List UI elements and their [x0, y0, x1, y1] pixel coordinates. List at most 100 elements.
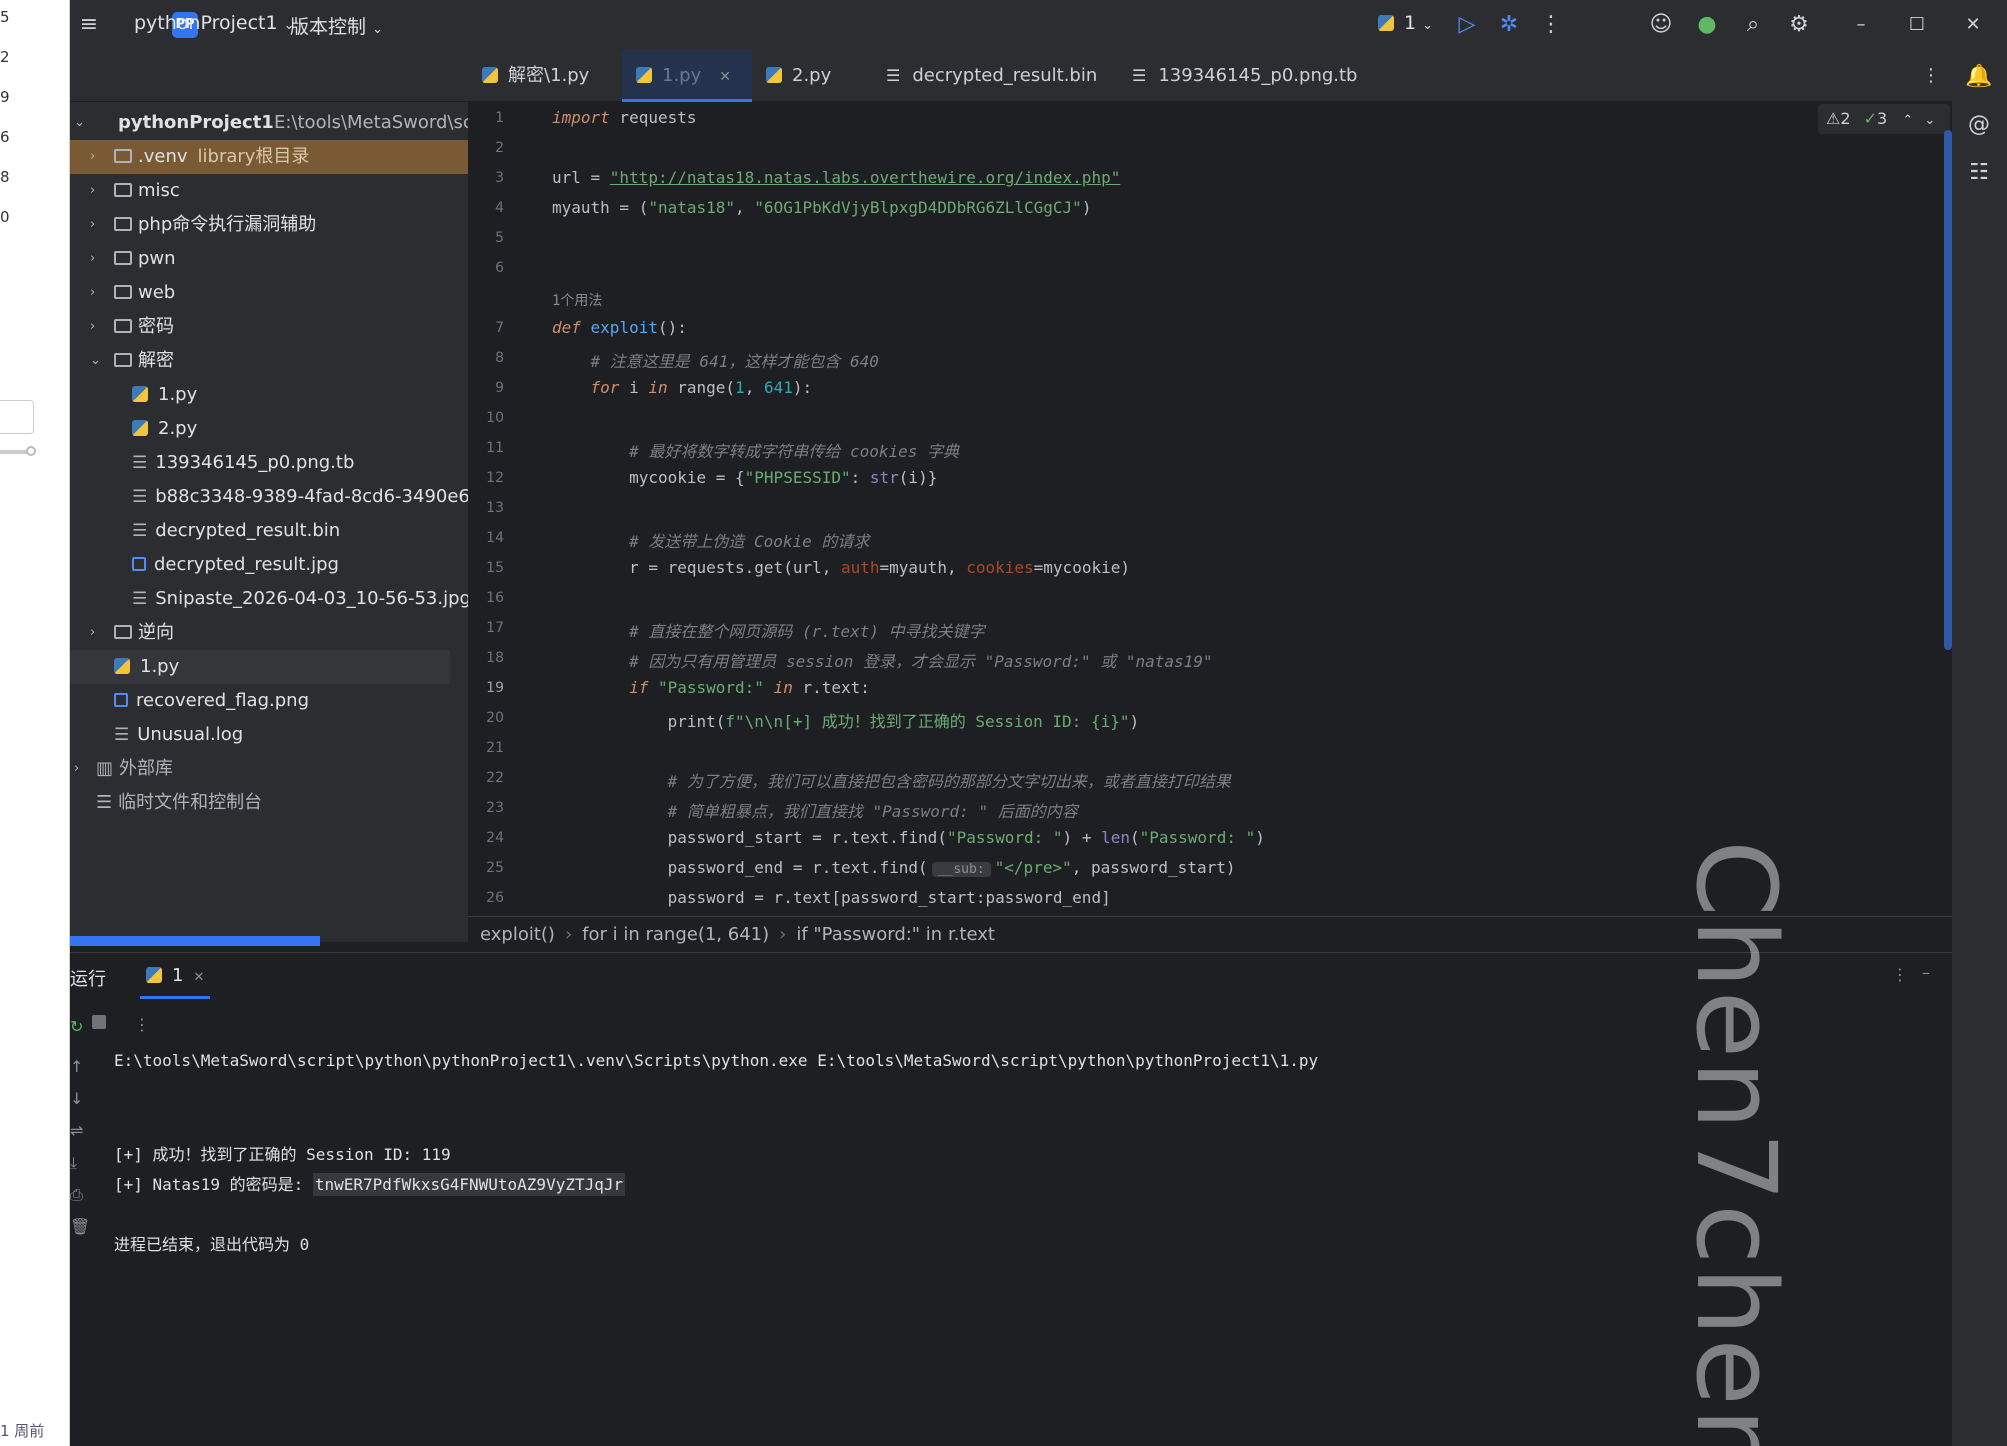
- tab-overflow-icon[interactable]: ⋮: [1922, 50, 1942, 102]
- maximize-icon[interactable]: ☐: [1902, 10, 1932, 40]
- scroll-to-end-icon[interactable]: ⤓: [70, 1153, 90, 1173]
- tree-root[interactable]: ⌄ pythonProject1 E:\tools\MetaSword\scri…: [70, 106, 468, 140]
- ai-spiral-icon[interactable]: @: [1964, 110, 1994, 140]
- chevron-right-icon[interactable]: ›: [90, 276, 95, 310]
- panel-minimize-icon[interactable]: –: [1922, 963, 1930, 982]
- trash-icon[interactable]: 🗑: [70, 1217, 90, 1236]
- chevron-right-icon[interactable]: ›: [90, 174, 95, 208]
- tree-item-decrypted-jpg[interactable]: decrypted_result.jpg: [70, 548, 468, 582]
- ai-assistant-icon[interactable]: ●: [1692, 10, 1722, 40]
- search-icon[interactable]: ⌕: [1738, 10, 1768, 40]
- tab-decrypted-result-bin[interactable]: ☰ decrypted_result.bin: [870, 50, 1100, 102]
- chevron-down-icon[interactable]: ⌄: [74, 106, 85, 140]
- close-tab-icon[interactable]: ✕: [193, 970, 204, 985]
- notifications-bell-icon[interactable]: 🔔: [1964, 62, 1994, 92]
- tree-item-root-1-py[interactable]: 1.py: [70, 650, 450, 684]
- line-number: 5: [495, 230, 504, 246]
- vcs-menu[interactable]: 版本控制 ⌄: [290, 12, 383, 39]
- tree-item-recovered-flag[interactable]: recovered_flag.png: [70, 684, 468, 718]
- strip-slider-knob[interactable]: [26, 446, 36, 456]
- tree-item-crypto[interactable]: › 密码: [70, 310, 468, 344]
- tree-item-uuid-file[interactable]: ☰ b88c3348-9389-4fad-8cd6-3490e6: [70, 480, 468, 514]
- console-password-line: [+] Natas19 的密码是: tnwER7PdfWkxsG4FNWUtoA…: [114, 1173, 626, 1196]
- tree-item-web[interactable]: › web: [70, 276, 468, 310]
- tree-item-decrypt-1-py[interactable]: 1.py: [70, 378, 468, 412]
- rerun-icon[interactable]: ↻: [70, 1017, 90, 1036]
- text-file-icon: ☰: [132, 487, 148, 507]
- tree-item-php[interactable]: › php命令执行漏洞辅助: [70, 208, 468, 242]
- code-line-7: def exploit():: [552, 318, 687, 337]
- breadcrumb-item[interactable]: exploit(): [480, 924, 555, 945]
- strip-number: 6: [0, 128, 10, 146]
- more-actions-icon[interactable]: ⋮: [1536, 10, 1566, 40]
- folder-icon: [114, 217, 132, 231]
- more-icon[interactable]: ⋮: [134, 1015, 154, 1034]
- tab-1-py[interactable]: 1.py ✕: [622, 50, 752, 102]
- code-line-26: password = r.text[password_start:passwor…: [552, 888, 1111, 907]
- soft-wrap-icon[interactable]: ⇌: [70, 1121, 90, 1140]
- scroll-up-icon[interactable]: ↑: [70, 1057, 90, 1076]
- tree-label: php命令执行漏洞辅助: [138, 214, 317, 235]
- close-window-icon[interactable]: ✕: [1958, 10, 1988, 40]
- tree-item-scratches[interactable]: ☰ 临时文件和控制台: [70, 786, 468, 820]
- line-number: 8: [495, 350, 504, 366]
- tree-item-venv[interactable]: › .venv library根目录: [70, 140, 468, 174]
- line-number: 23: [486, 800, 504, 816]
- strip-number: 8: [0, 168, 10, 186]
- tab-139346145-p0-png-tb[interactable]: ☰ 139346145_p0.png.tb: [1116, 50, 1357, 102]
- panel-options-icon[interactable]: ⋮: [1892, 965, 1908, 984]
- strip-number: 5: [0, 8, 10, 26]
- project-switcher[interactable]: pythonProject1 ⌄: [134, 12, 295, 34]
- run-panel: 运行 1 ✕ ⋮ – ↻ ⋮ ↑ ↓ ⇌ ⤓ ⎙ 🗑 E:\tools\MetaS…: [70, 952, 1952, 1446]
- settings-gear-icon[interactable]: ⚙: [1784, 10, 1814, 40]
- code-line-9: for i in range(1, 641):: [552, 378, 813, 397]
- hamburger-menu-icon[interactable]: ≡: [74, 10, 104, 40]
- tree-label: decrypted_result.bin: [155, 520, 341, 541]
- tree-item-png-tb[interactable]: ☰ 139346145_p0.png.tb: [70, 446, 468, 480]
- strip-input-box[interactable]: [0, 400, 34, 434]
- chevron-right-icon[interactable]: ›: [90, 242, 95, 276]
- library-icon: ▥: [96, 758, 114, 779]
- editor-scrollbar[interactable]: [1944, 130, 1952, 650]
- database-icon[interactable]: ☷: [1964, 158, 1994, 188]
- tree-item-decrypt[interactable]: ⌄ 解密: [70, 344, 468, 378]
- breadcrumb-item[interactable]: for i in range(1, 641): [582, 924, 769, 945]
- tree-item-misc[interactable]: › misc: [70, 174, 468, 208]
- tree-item-external-libs[interactable]: › ▥ 外部库: [70, 752, 468, 786]
- debug-icon[interactable]: ✲: [1494, 10, 1524, 40]
- tab-2-py[interactable]: 2.py: [752, 50, 842, 102]
- python-file-icon: [766, 67, 782, 83]
- chevron-right-icon[interactable]: ›: [90, 208, 95, 242]
- run-config-selector[interactable]: 1 ⌄: [1378, 12, 1433, 34]
- tree-item-reverse[interactable]: › 逆向: [70, 616, 468, 650]
- scroll-down-icon[interactable]: ↓: [70, 1089, 90, 1108]
- tree-item-unusual-log[interactable]: ☰ Unusual.log: [70, 718, 468, 752]
- minimize-icon[interactable]: –: [1846, 10, 1876, 40]
- tree-label: 逆向: [138, 622, 174, 643]
- tree-item-snipaste[interactable]: ☰ Snipaste_2026-04-03_10-56-53.jpg.t: [70, 582, 468, 616]
- stop-icon[interactable]: [92, 1015, 106, 1029]
- chevron-down-icon[interactable]: ⌄: [1924, 113, 1935, 128]
- chevron-right-icon[interactable]: ›: [90, 140, 95, 174]
- run-tab-label: 1: [172, 965, 184, 986]
- code-editor[interactable]: import requests url = "http://natas18.na…: [550, 102, 1952, 916]
- tree-item-pwn[interactable]: › pwn: [70, 242, 468, 276]
- code-line-15: r = requests.get(url, auth=myauth, cooki…: [552, 558, 1130, 577]
- tree-item-decrypted-bin[interactable]: ☰ decrypted_result.bin: [70, 514, 468, 548]
- chevron-right-icon[interactable]: ›: [90, 616, 95, 650]
- print-icon[interactable]: ⎙: [70, 1185, 90, 1205]
- usage-hint[interactable]: 1个用法: [552, 290, 602, 310]
- run-icon[interactable]: ▷: [1452, 10, 1482, 40]
- chevron-right-icon[interactable]: ›: [90, 310, 95, 344]
- tab-decrypt-1-py[interactable]: 解密\1.py: [482, 50, 606, 102]
- close-tab-icon[interactable]: ✕: [719, 69, 731, 85]
- add-user-icon[interactable]: ☺: [1646, 10, 1676, 40]
- inspection-widget[interactable]: ⚠2 ✓3 ⌃ ⌄: [1818, 104, 1950, 134]
- chevron-down-icon[interactable]: ⌄: [90, 344, 101, 378]
- tree-label: 密码: [138, 316, 174, 337]
- tree-item-decrypt-2-py[interactable]: 2.py: [70, 412, 468, 446]
- chevron-right-icon[interactable]: ›: [74, 752, 79, 786]
- chevron-up-icon[interactable]: ⌃: [1902, 113, 1913, 128]
- breadcrumb-item[interactable]: if "Password:" in r.text: [796, 924, 995, 945]
- run-tab-1[interactable]: 1 ✕: [140, 953, 210, 999]
